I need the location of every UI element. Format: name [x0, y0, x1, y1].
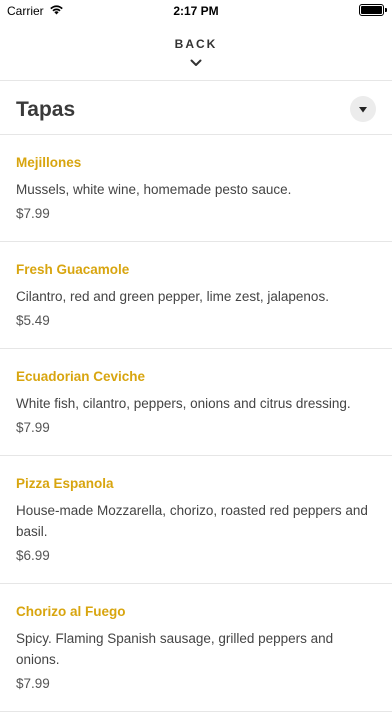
menu-item-price: $6.99 — [16, 548, 50, 563]
menu-item-name: Ecuadorian Ceviche — [16, 369, 146, 384]
menu-item-name: Fresh Guacamole — [16, 262, 130, 277]
menu-item-price: $7.99 — [16, 420, 50, 435]
menu-item-name: Pizza Espanola — [16, 476, 114, 491]
menu-item-description: White fish, cilantro, peppers, onions an… — [16, 396, 351, 411]
section-title: Tapas — [16, 98, 76, 121]
menu-item-name: Chorizo al Fuego — [16, 604, 126, 619]
menu-item-description: House-made Mozzarella, chorizo, roasted … — [16, 503, 368, 539]
menu-item-price: $7.99 — [16, 676, 50, 691]
status-bar: Carrier 2:17 PM — [0, 0, 392, 22]
menu-list: Mejillones Mussels, white wine, homemade… — [0, 135, 392, 712]
chevron-down-icon — [190, 54, 202, 72]
back-button[interactable]: BACK — [0, 22, 392, 81]
menu-item[interactable]: Pizza Espanola House-made Mozzarella, ch… — [0, 456, 392, 584]
section-toggle-button[interactable] — [350, 96, 376, 122]
menu-item-description: Spicy. Flaming Spanish sausage, grilled … — [16, 631, 334, 667]
menu-item[interactable]: Fresh Guacamole Cilantro, red and green … — [0, 242, 392, 349]
menu-item[interactable]: Mejillones Mussels, white wine, homemade… — [0, 135, 392, 242]
menu-item[interactable]: Chorizo al Fuego Spicy. Flaming Spanish … — [0, 584, 392, 712]
status-time: 2:17 PM — [173, 4, 219, 18]
menu-item[interactable]: Ecuadorian Ceviche White fish, cilantro,… — [0, 349, 392, 456]
menu-item-price: $5.49 — [16, 313, 50, 328]
back-label: BACK — [174, 37, 218, 51]
menu-item-price: $7.99 — [16, 206, 50, 221]
status-right — [359, 4, 387, 16]
battery-icon — [359, 4, 387, 16]
menu-item-description: Cilantro, red and green pepper, lime zes… — [16, 289, 329, 304]
menu-item-description: Mussels, white wine, homemade pesto sauc… — [16, 182, 292, 197]
triangle-down-icon — [359, 100, 367, 118]
section-header: Tapas — [0, 82, 392, 135]
menu-item-name: Mejillones — [16, 155, 82, 170]
